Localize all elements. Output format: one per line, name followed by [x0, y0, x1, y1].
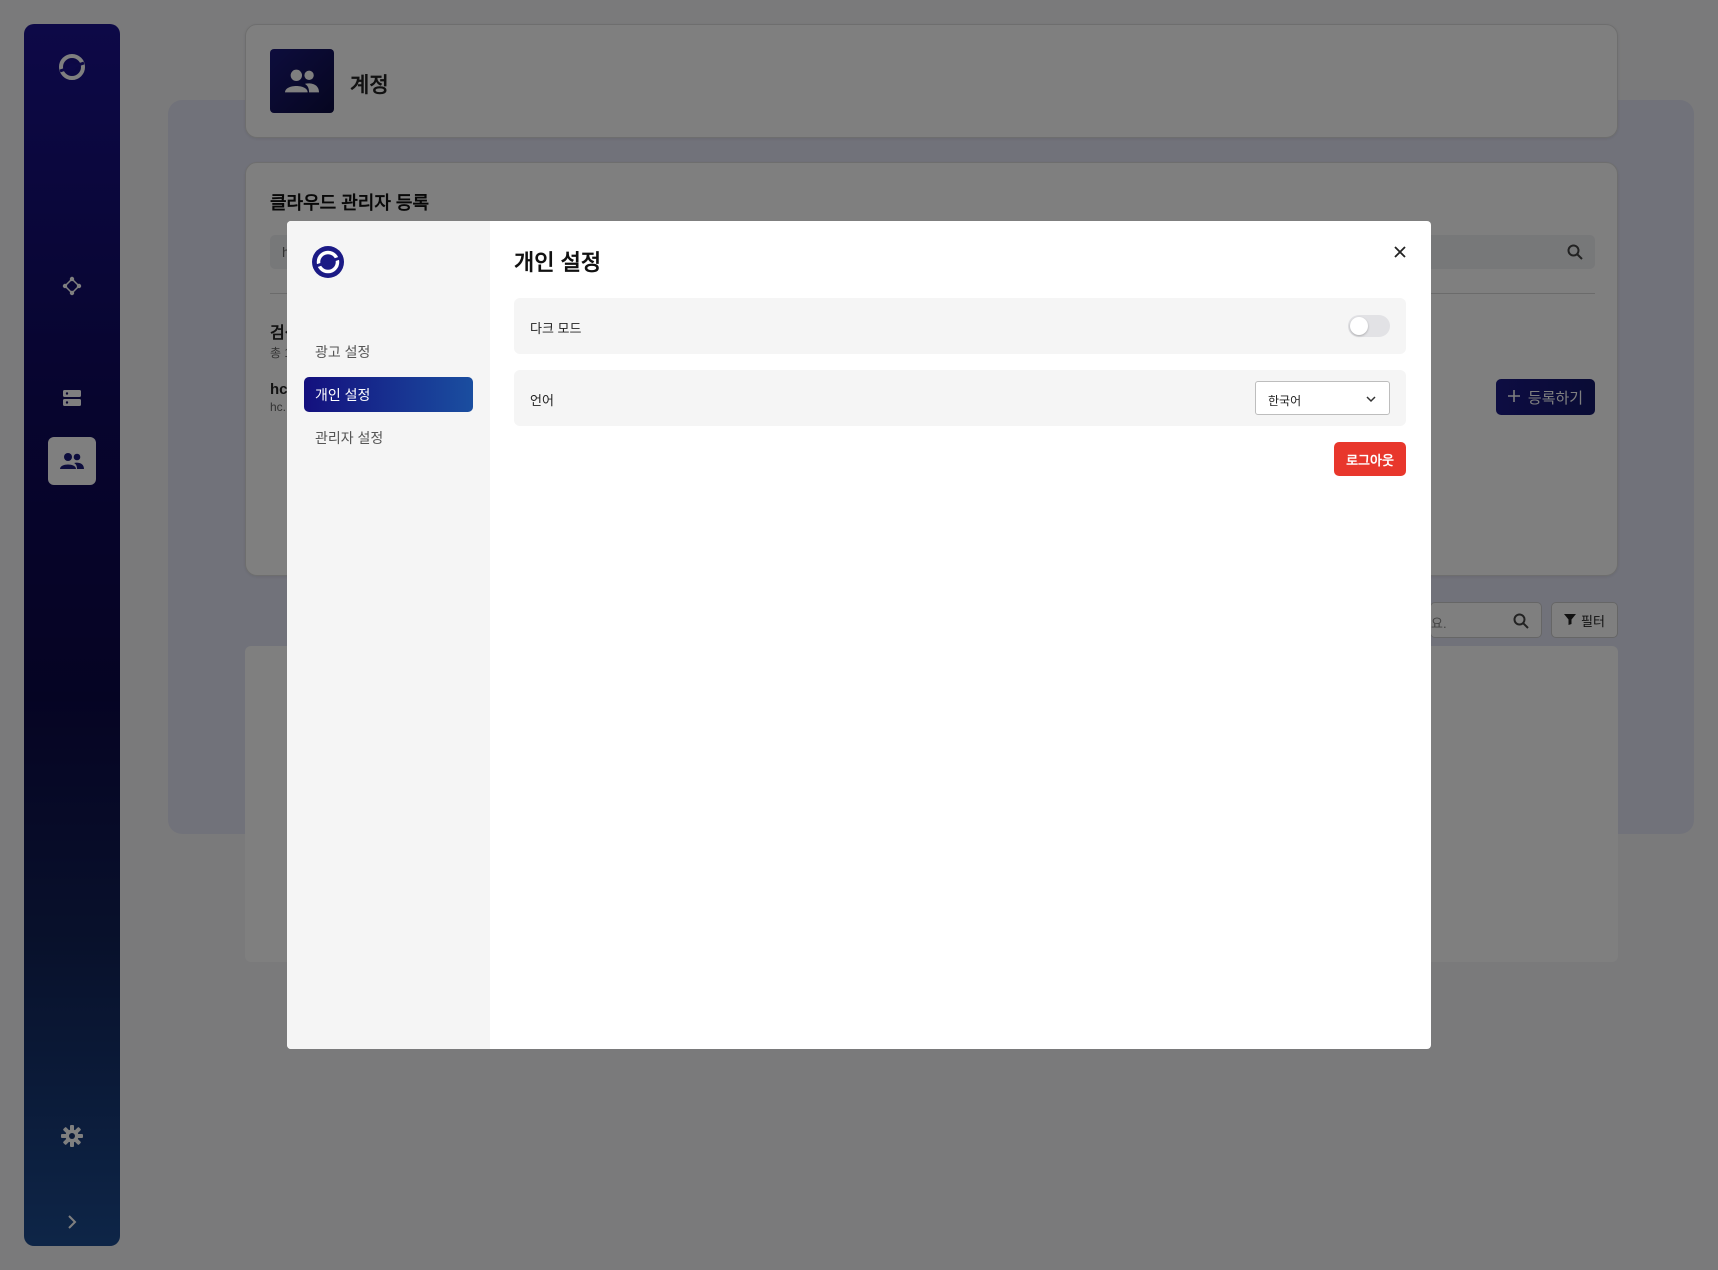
chevron-down-icon: [1365, 392, 1377, 410]
modal-title: 개인 설정: [514, 250, 602, 275]
close-icon[interactable]: [1389, 241, 1411, 263]
language-row: 언어 한국어: [514, 370, 1406, 426]
modal-sidebar: 광고 설정 개인 설정 관리자 설정: [287, 221, 490, 1049]
modal-nav-admin-settings[interactable]: 관리자 설정: [304, 420, 473, 455]
language-label: 언어: [530, 393, 554, 408]
modal-nav-ad-settings[interactable]: 광고 설정: [304, 334, 473, 369]
language-select[interactable]: 한국어: [1255, 381, 1390, 415]
dark-mode-toggle[interactable]: [1348, 315, 1390, 337]
language-select-value: 한국어: [1268, 394, 1302, 408]
modal-content: 개인 설정 다크 모드 언어 한국어 로그아웃: [490, 221, 1431, 1049]
dark-mode-label: 다크 모드: [530, 321, 582, 336]
toggle-knob: [1350, 317, 1368, 335]
settings-modal: 광고 설정 개인 설정 관리자 설정 개인 설정 다크 모드 언어 한국어 로그…: [287, 221, 1431, 1049]
modal-nav-personal-settings[interactable]: 개인 설정: [304, 377, 473, 412]
logo-icon: [309, 243, 347, 286]
logout-button[interactable]: 로그아웃: [1334, 442, 1406, 476]
dark-mode-row: 다크 모드: [514, 298, 1406, 354]
